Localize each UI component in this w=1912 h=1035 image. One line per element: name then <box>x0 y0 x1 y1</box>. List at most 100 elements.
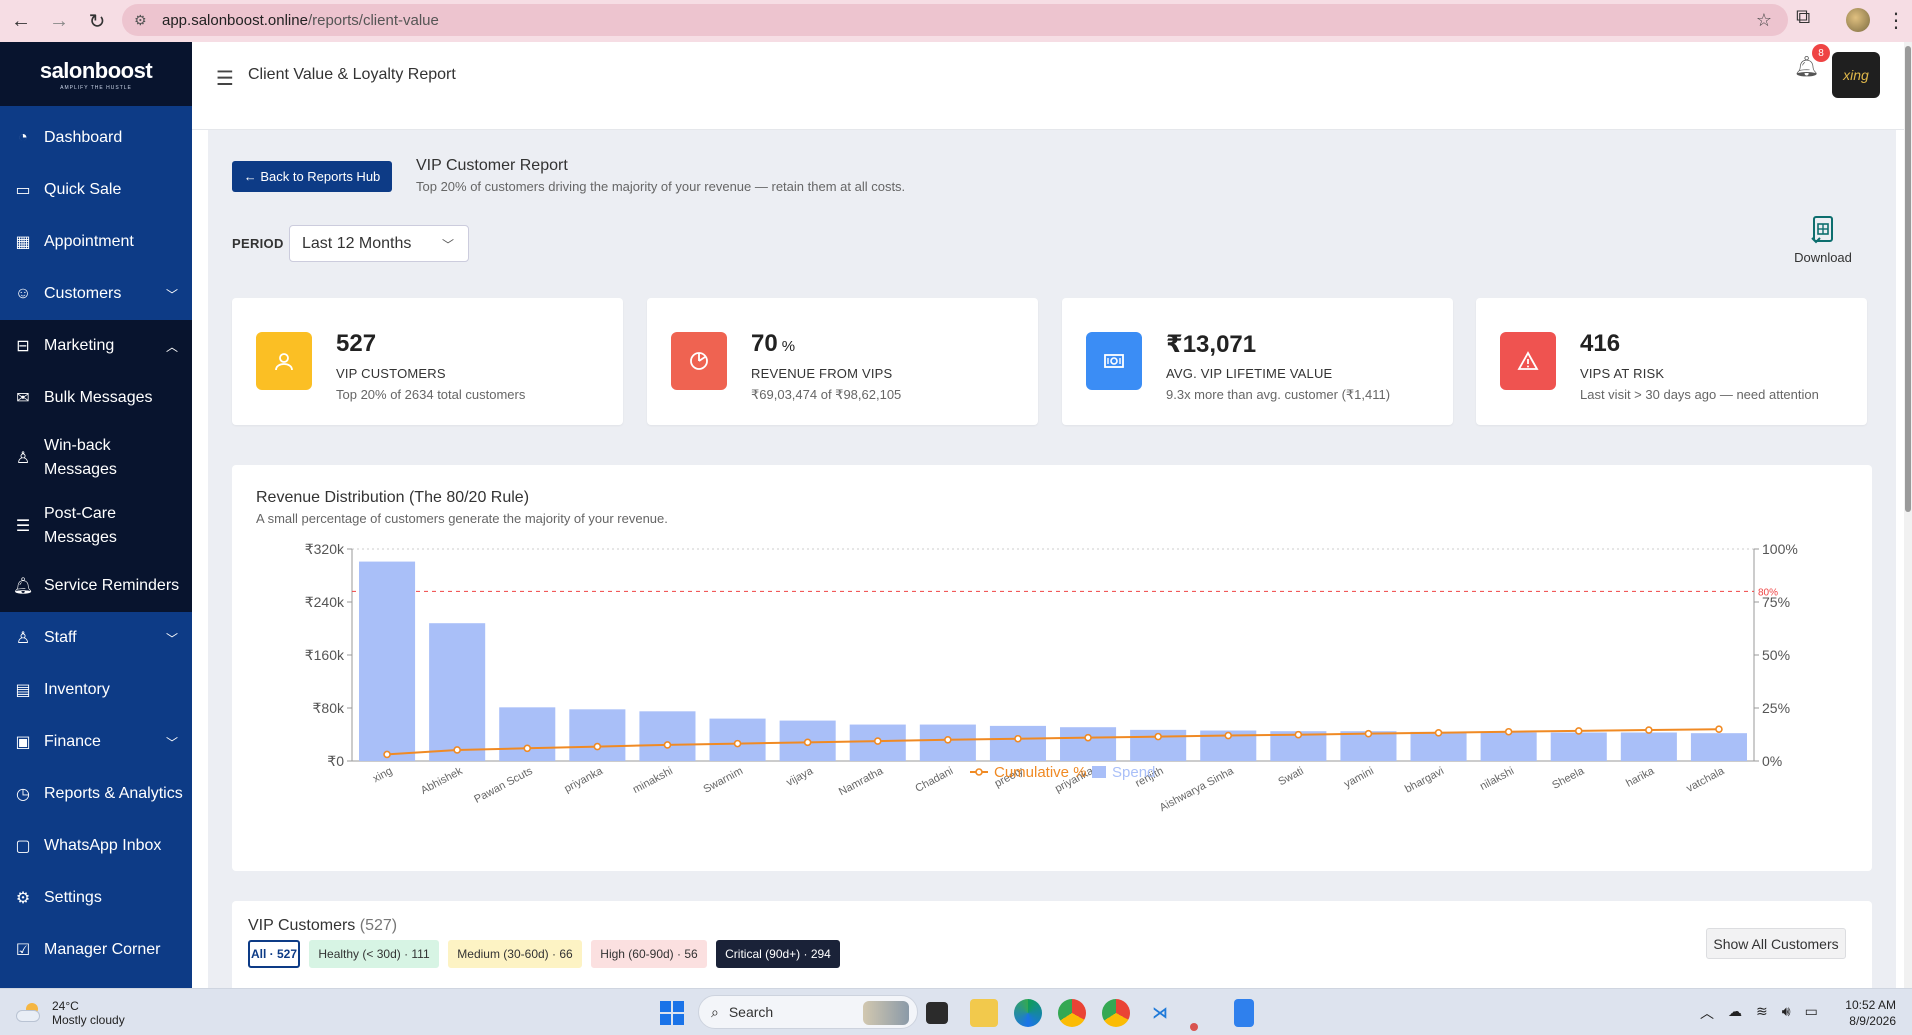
sidebar-item-reports-analytics[interactable]: ◷ Reports & Analytics <box>0 768 192 820</box>
sidebar-item-label: WhatsApp Inbox <box>44 837 162 854</box>
legend-spend-label: Spend <box>1112 764 1155 781</box>
sidebar-item-win-back-messages[interactable]: ♙ Win-back Messages <box>0 424 192 492</box>
sidebar-item-staff[interactable]: ♙ Staff ﹀ <box>0 612 192 664</box>
spend-bar <box>569 709 626 761</box>
sidebar-item-label: Marketing <box>44 337 115 354</box>
vip-customers-title: VIP Customers (527) <box>248 917 397 935</box>
brand-tagline: AMPLIFY THE HUSTLE <box>60 84 132 91</box>
browser-menu-icon[interactable]: ⋮ <box>1886 8 1906 33</box>
back-arrow-icon[interactable]: ← <box>4 4 38 38</box>
x-tick-label: yamini <box>1342 765 1376 791</box>
filter-pill-4[interactable]: Critical (90d+) · 294 <box>716 940 840 968</box>
period-select[interactable]: Last 12 Months ﹀ <box>289 225 469 262</box>
weather-widget[interactable]: 24°C Mostly cloudy <box>16 999 125 1027</box>
chevron-down-icon: ﹀ <box>165 735 178 750</box>
reload-icon[interactable]: ↻ <box>80 4 114 38</box>
filter-pill-3[interactable]: High (60-90d) · 56 <box>591 940 707 968</box>
taskbar-clock[interactable]: 10:52 AM 8/9/2026 <box>1840 997 1896 1029</box>
site-info-icon[interactable]: ⚙ <box>134 12 154 29</box>
calendar-icon: ▦ <box>15 234 31 251</box>
finance-icon: ▣ <box>15 734 31 751</box>
extensions-icon[interactable]: ⧉ <box>1796 6 1810 29</box>
gear-icon: ⚙ <box>15 890 31 907</box>
chrome-profile-icon[interactable] <box>1102 999 1130 1027</box>
windows-start-icon[interactable] <box>660 1001 684 1025</box>
bookmark-star-icon[interactable]: ☆ <box>1756 10 1772 31</box>
profile-avatar[interactable] <box>1846 8 1870 32</box>
sidebar-item-post-care-messages[interactable]: ☰ Post-Care Messages <box>0 492 192 560</box>
sidebar-item-inventory[interactable]: ▤ Inventory <box>0 664 192 716</box>
clock-time: 10:52 AM <box>1845 998 1896 1012</box>
sidebar-item-quick-sale[interactable]: ▭ Quick Sale <box>0 164 192 216</box>
sidebar-item-label: Quick Sale <box>44 181 122 198</box>
sidebar-item-manager-corner[interactable]: ☑ Manager Corner <box>0 924 192 976</box>
wifi-icon[interactable]: ≋ <box>1756 1003 1768 1023</box>
volume-icon[interactable]: 🔊︎ <box>1782 1003 1791 1023</box>
cumulative-point <box>1224 731 1233 740</box>
period-value: Last 12 Months <box>302 234 412 252</box>
cumulative-point <box>383 750 391 759</box>
y-right-tick-label: 100% <box>1762 541 1798 557</box>
kpi-label: VIPS AT RISK <box>1580 366 1665 381</box>
sidebar-item-whatsapp-inbox[interactable]: ▢ WhatsApp Inbox <box>0 820 192 872</box>
y-left-tick-label: ₹80k <box>313 700 345 716</box>
boxes-icon: ▤ <box>15 682 31 699</box>
filter-pill-2[interactable]: Medium (30-60d) · 66 <box>448 940 582 968</box>
edge-browser-icon[interactable] <box>1014 999 1042 1027</box>
sidebar-item-label: Reports & Analytics <box>44 785 183 802</box>
chevron-up-icon[interactable]: ︿ <box>1700 1003 1714 1023</box>
sidebar-item-label: Post-Care Messages <box>44 505 117 546</box>
brand-logo: salonboost AMPLIFY THE HUSTLE <box>0 42 192 106</box>
y-right-tick-label: 50% <box>1762 647 1790 663</box>
onedrive-icon[interactable]: ☁ <box>1728 1003 1742 1023</box>
sidebar-item-service-reminders[interactable]: 🔔︎ Service Reminders <box>0 560 192 612</box>
report-subtitle: Top 20% of customers driving the majorit… <box>416 179 906 194</box>
taskbar-search[interactable]: ⌕ Search <box>698 995 918 1029</box>
show-all-customers-button[interactable]: Show All Customers <box>1706 928 1846 959</box>
task-view-icon[interactable] <box>926 1002 948 1024</box>
cumulative-point <box>1014 734 1022 743</box>
x-tick-label: Pawan Scuts <box>472 765 535 806</box>
sidebar-item-settings[interactable]: ⚙ Settings <box>0 872 192 924</box>
address-bar[interactable]: ⚙ app.salonboost.online/reports/client-v… <box>122 4 1788 36</box>
filter-pill-1[interactable]: Healthy (< 30d) · 111 <box>309 940 439 968</box>
spend-bar <box>1060 727 1117 761</box>
revenue-distribution-panel: Revenue Distribution (The 80/20 Rule) A … <box>232 465 1872 871</box>
sidebar-item-finance[interactable]: ▣ Finance ﹀ <box>0 716 192 768</box>
cumulative-point <box>803 738 812 747</box>
kpi-card-vips-at-risk: 416 VIPS AT RISK Last visit > 30 days ago … <box>1476 298 1867 425</box>
sidebar-item-marketing[interactable]: ⊟ Marketing ︿ <box>0 320 192 372</box>
back-to-reports-button[interactable]: ← Back to Reports Hub <box>232 161 392 192</box>
checklist-icon: ☑ <box>15 942 31 959</box>
megaphone-icon: ⊟ <box>16 338 30 355</box>
y-left-tick-label: ₹0 <box>327 753 344 769</box>
filter-pill-0[interactable]: All · 527 <box>248 940 300 968</box>
sidebar-item-label: Finance <box>44 733 101 750</box>
spend-bar <box>429 623 486 761</box>
chevron-down-icon: ﹀ <box>165 287 178 302</box>
user-return-icon: ♙ <box>15 450 31 467</box>
x-tick-label: Namratha <box>837 765 886 799</box>
sidebar-item-dashboard[interactable]: ◔ Dashboard <box>0 112 192 164</box>
file-explorer-icon[interactable] <box>970 999 998 1027</box>
cumulative-point <box>733 739 742 748</box>
download-button[interactable]: Download <box>1783 216 1863 265</box>
spend-bar <box>639 711 696 761</box>
hamburger-menu-icon[interactable]: ☰ <box>216 66 234 91</box>
forward-arrow-icon[interactable]: → <box>42 4 76 38</box>
sidebar-item-label: Bulk Messages <box>44 389 153 406</box>
clipboard-icon: ☰ <box>15 518 31 535</box>
sidebar-item-customers[interactable]: ☺ Customers ﹀ <box>0 268 192 320</box>
sidebar-item-bulk-messages[interactable]: ✉ Bulk Messages <box>0 372 192 424</box>
brand-name: salonboost <box>39 57 153 83</box>
scrollbar-thumb[interactable] <box>1905 46 1911 512</box>
vscode-icon[interactable]: ⋊ <box>1146 999 1174 1027</box>
cloud-sun-icon <box>16 1003 42 1023</box>
chrome-icon[interactable] <box>1058 999 1086 1027</box>
battery-icon[interactable]: ▭ <box>1805 1003 1818 1023</box>
notepad-icon[interactable] <box>1234 999 1254 1027</box>
sidebar-item-appointment[interactable]: ▦ Appointment <box>0 216 192 268</box>
x-tick-label: minakshi <box>631 765 675 796</box>
vip-title-text: VIP Customers <box>248 917 356 934</box>
user-avatar[interactable]: xing <box>1832 52 1880 98</box>
